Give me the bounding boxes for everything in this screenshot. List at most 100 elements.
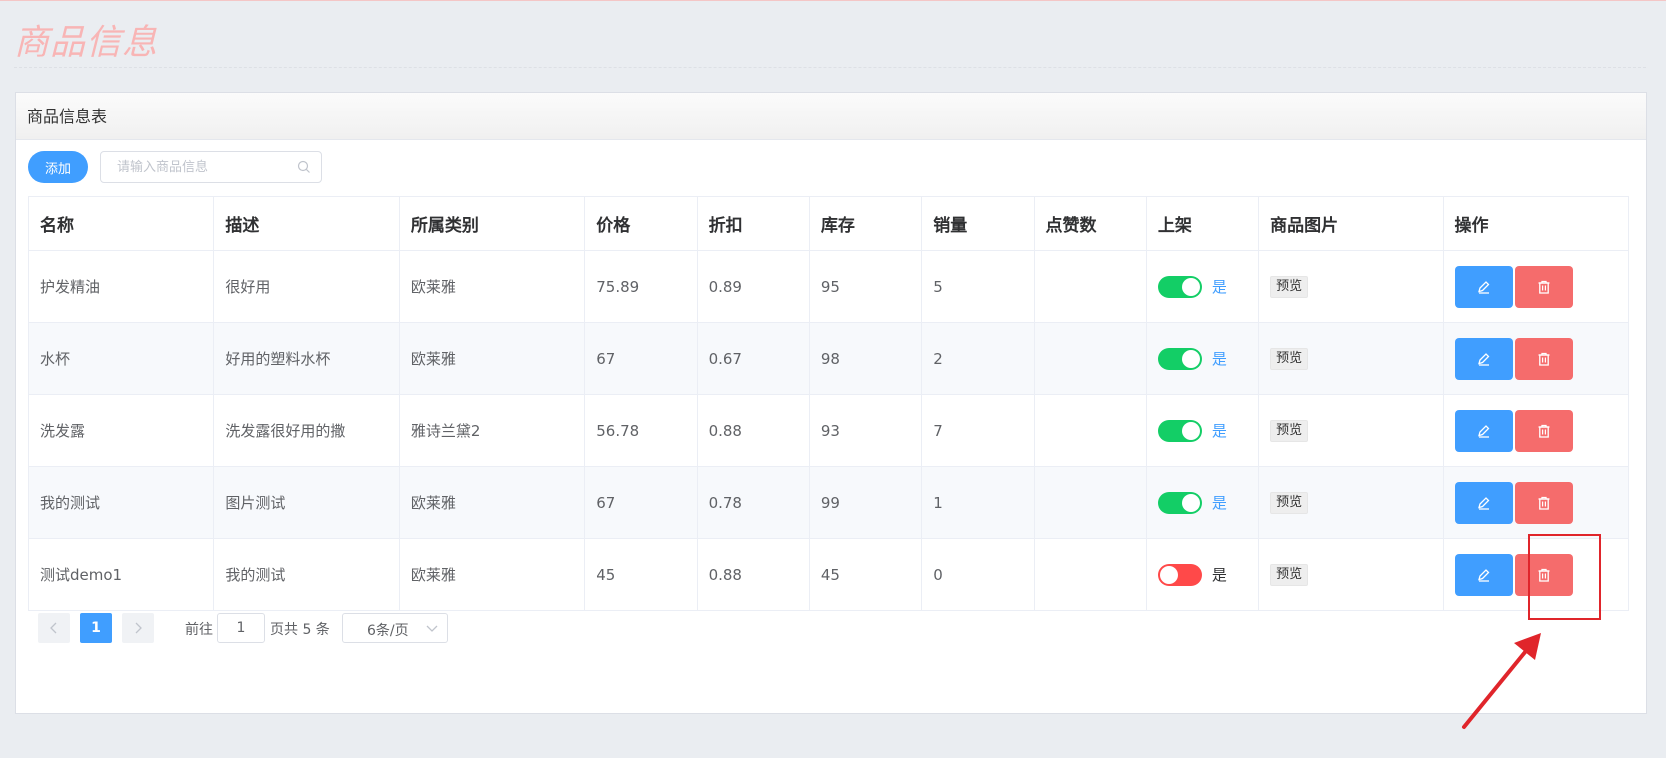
- cell-desc: 洗发露很好用的撒: [213, 394, 400, 467]
- title-divider: [14, 67, 1646, 68]
- toolbar: 添加: [28, 151, 428, 183]
- chevron-left-icon: [50, 622, 57, 634]
- cell-on-sale: 是: [1145, 466, 1260, 539]
- prev-page-button[interactable]: [38, 613, 70, 643]
- next-page-button[interactable]: [122, 613, 154, 643]
- preview-button[interactable]: 预览: [1270, 275, 1309, 298]
- cell-on-sale: 是: [1145, 538, 1260, 611]
- cell-likes: [1033, 466, 1147, 539]
- cell-desc: 好用的塑料水杯: [213, 322, 400, 395]
- cell-desc: 很好用: [213, 250, 400, 323]
- cell-name: 测试demo1: [27, 538, 215, 611]
- edit-icon: [1477, 280, 1489, 294]
- switch-knob: [1181, 349, 1200, 368]
- cell-price: 45: [584, 538, 698, 611]
- cell-stock: 95: [808, 250, 923, 323]
- search-box[interactable]: [100, 151, 322, 183]
- trash-icon: [1538, 280, 1549, 294]
- delete-button[interactable]: [1514, 265, 1573, 308]
- cell-image: 预览: [1258, 394, 1444, 467]
- cell-discount: 0.67: [696, 322, 810, 395]
- table-row: 水杯 好用的塑料水杯 欧莱雅 67 0.67 98 2 是 预览: [27, 322, 1629, 395]
- top-border: [0, 0, 1666, 1]
- edit-icon: [1477, 568, 1489, 582]
- switch-knob: [1181, 277, 1200, 296]
- edit-icon: [1477, 496, 1489, 510]
- cell-desc: 我的测试: [213, 538, 400, 611]
- col-header-image: 商品图片: [1258, 196, 1444, 251]
- on-sale-label: 是: [1211, 422, 1227, 440]
- add-button[interactable]: 添加: [28, 151, 88, 183]
- cell-discount: 0.88: [696, 394, 810, 467]
- cell-category: 欧莱雅: [398, 322, 586, 395]
- col-header-category: 所属类别: [398, 196, 586, 251]
- edit-button[interactable]: [1454, 265, 1513, 308]
- cell-stock: 45: [808, 538, 923, 611]
- on-sale-switch[interactable]: [1157, 419, 1202, 442]
- on-sale-switch[interactable]: [1157, 347, 1202, 370]
- delete-button[interactable]: [1514, 409, 1573, 452]
- delete-button[interactable]: [1514, 337, 1573, 380]
- preview-button[interactable]: 预览: [1270, 563, 1309, 586]
- on-sale-switch[interactable]: [1157, 275, 1202, 298]
- cell-discount: 0.78: [696, 466, 810, 539]
- annotation-highlight-box: [1528, 534, 1601, 620]
- cell-image: 预览: [1258, 538, 1444, 611]
- preview-button[interactable]: 预览: [1270, 491, 1309, 514]
- on-sale-label: 是: [1211, 278, 1227, 296]
- total-count-label: 页共 5 条: [270, 622, 330, 638]
- edit-icon: [1477, 424, 1489, 438]
- edit-button[interactable]: [1454, 337, 1513, 380]
- cell-category: 欧莱雅: [398, 466, 586, 539]
- edit-button[interactable]: [1454, 409, 1513, 452]
- goto-page-input[interactable]: [217, 613, 265, 643]
- col-header-desc: 描述: [213, 196, 400, 251]
- cell-category: 雅诗兰黛2: [398, 394, 586, 467]
- col-header-likes: 点赞数: [1033, 196, 1147, 251]
- cell-category: 欧莱雅: [398, 250, 586, 323]
- col-header-name: 名称: [27, 196, 215, 251]
- col-header-stock: 库存: [808, 196, 923, 251]
- cell-likes: [1033, 322, 1147, 395]
- on-sale-switch[interactable]: [1157, 563, 1202, 586]
- search-icon[interactable]: [297, 160, 311, 174]
- panel-title: 商品信息表: [16, 93, 1646, 140]
- edit-button[interactable]: [1454, 553, 1513, 596]
- cell-image: 预览: [1258, 322, 1444, 395]
- edit-button[interactable]: [1454, 481, 1513, 524]
- cell-image: 预览: [1258, 250, 1444, 323]
- table-row: 护发精油 很好用 欧莱雅 75.89 0.89 95 5 是 预览: [27, 250, 1629, 323]
- chevron-down-icon: [426, 625, 438, 632]
- cell-name: 我的测试: [27, 466, 215, 539]
- cell-price: 67: [584, 466, 698, 539]
- cell-sales: 1: [921, 466, 1035, 539]
- trash-icon: [1538, 424, 1549, 438]
- cell-actions: [1442, 394, 1629, 467]
- switch-knob: [1159, 565, 1178, 584]
- cell-name: 水杯: [27, 322, 215, 395]
- page-size-select[interactable]: 6条/页: [342, 613, 448, 643]
- cell-name: 护发精油: [27, 250, 215, 323]
- cell-price: 56.78: [584, 394, 698, 467]
- cell-on-sale: 是: [1145, 250, 1260, 323]
- col-header-discount: 折扣: [696, 196, 810, 251]
- search-input[interactable]: [101, 152, 291, 182]
- page-number-button[interactable]: 1: [80, 613, 112, 643]
- preview-button[interactable]: 预览: [1270, 419, 1309, 442]
- cell-likes: [1033, 538, 1147, 611]
- cell-stock: 98: [808, 322, 923, 395]
- cell-actions: [1442, 322, 1629, 395]
- col-header-price: 价格: [584, 196, 698, 251]
- cell-on-sale: 是: [1145, 322, 1260, 395]
- delete-button[interactable]: [1514, 481, 1573, 524]
- col-header-sales: 销量: [921, 196, 1035, 251]
- pagination: 1 前往 页共 5 条 6条/页: [38, 613, 638, 643]
- goto-label: 前往: [185, 622, 213, 638]
- on-sale-switch[interactable]: [1157, 491, 1202, 514]
- cell-price: 67: [584, 322, 698, 395]
- col-header-actions: 操作: [1442, 196, 1629, 251]
- on-sale-label: 是: [1211, 494, 1227, 512]
- cell-likes: [1033, 250, 1147, 323]
- preview-button[interactable]: 预览: [1270, 347, 1309, 370]
- cell-name: 洗发露: [27, 394, 215, 467]
